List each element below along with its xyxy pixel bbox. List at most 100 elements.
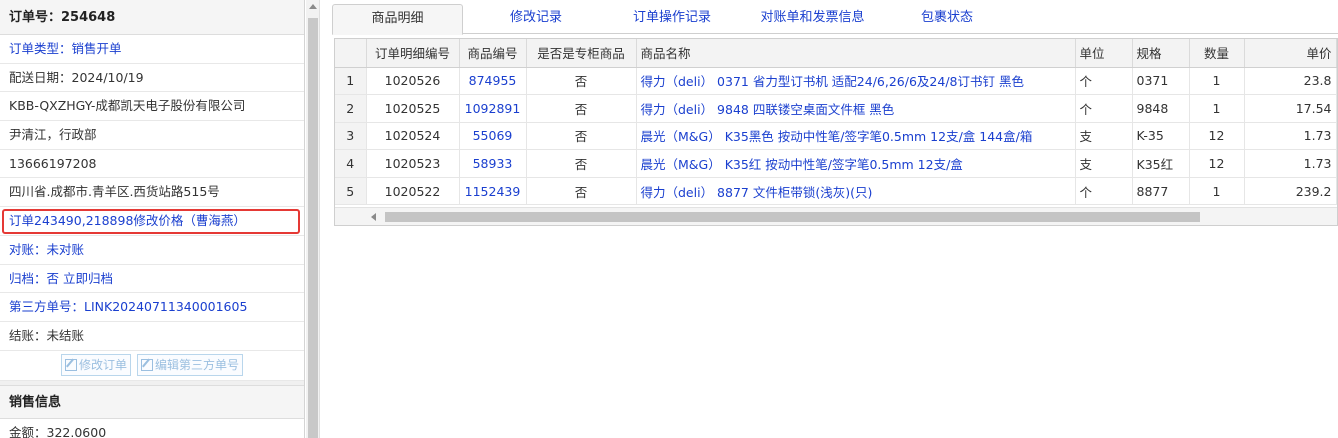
- spec-cell: K-35: [1132, 122, 1190, 151]
- edit-icon: [64, 359, 77, 372]
- product-id-link[interactable]: 1152439: [459, 177, 527, 206]
- row-number: 2: [335, 94, 367, 123]
- order-type-label: 订单类型：: [9, 41, 72, 56]
- table-row[interactable]: 5 1020522 1152439 否 得力（deli） 8877 文件柜带锁(…: [335, 177, 1337, 206]
- row-number: 4: [335, 149, 367, 178]
- unit-cell: 个: [1075, 94, 1133, 123]
- row-number-header: [335, 39, 367, 68]
- scroll-left-icon[interactable]: [371, 213, 376, 221]
- address-row: 四川省.成都市.青羊区.西货站路515号: [0, 178, 304, 208]
- order-info-panel: 订单号：254648 订单类型：销售开单 配送日期：2024/10/19 KBB…: [0, 0, 305, 438]
- col-header-counter[interactable]: 是否是专柜商品: [526, 39, 637, 68]
- phone-number: 13666197208: [9, 155, 97, 171]
- counter-cell: 否: [526, 122, 637, 151]
- delivery-date-row: 配送日期：2024/10/19: [0, 64, 304, 93]
- col-header-product-id[interactable]: 商品编号: [459, 39, 527, 68]
- delivery-address: 四川省.成都市.青羊区.西货站路515号: [9, 184, 220, 200]
- order-number-header: 订单号：254648: [0, 0, 304, 35]
- archive-link[interactable]: 否 立即归档: [47, 271, 113, 286]
- row-number: 5: [335, 177, 367, 206]
- tab-modification-log[interactable]: 修改记录: [473, 4, 599, 34]
- table-row[interactable]: 3 1020524 55069 否 晨光（M&G） K35黑色 按动中性笔/签字…: [335, 122, 1337, 151]
- edit-order-button[interactable]: 修改订单: [60, 354, 131, 377]
- unit-cell: 支: [1075, 122, 1133, 151]
- col-header-unit-price[interactable]: 单价: [1244, 39, 1337, 68]
- detail-id-cell: 1020522: [366, 177, 460, 206]
- col-header-product-name[interactable]: 商品名称: [636, 39, 1076, 68]
- product-name-link[interactable]: 得力（deli） 0371 省力型订书机 适配24/6,26/6及24/8订书钉…: [636, 67, 1076, 96]
- amount-value: 322.0600: [46, 424, 107, 438]
- col-header-detail-id[interactable]: 订单明细编号: [366, 39, 460, 68]
- delivery-date-value: 2024/10/19: [71, 69, 144, 85]
- counter-cell: 否: [526, 94, 637, 123]
- reconcile-row: 对账：未对账: [0, 236, 304, 265]
- table-row[interactable]: 4 1020523 58933 否 晨光（M&G） K35红 按动中性笔/签字笔…: [335, 149, 1337, 178]
- contact-person: 尹清江，行政部: [9, 127, 97, 143]
- tab-package-status[interactable]: 包裹状态: [892, 4, 1002, 34]
- unit-price-cell: 17.54: [1244, 94, 1337, 123]
- tab-product-details[interactable]: 商品明细: [332, 4, 463, 35]
- reconcile-value[interactable]: 未对账: [47, 242, 85, 257]
- settlement-row: 结账：未结账: [0, 322, 304, 351]
- edit-third-party-label: 编辑第三方单号: [155, 358, 240, 373]
- product-name-link[interactable]: 得力（deli） 8877 文件柜带锁(浅灰)(只): [636, 177, 1076, 206]
- third-party-number[interactable]: LINK20240711340001605: [84, 299, 247, 314]
- settlement-value: 未结账: [46, 327, 85, 343]
- detail-id-cell: 1020526: [366, 67, 460, 96]
- contact-person-row: 尹清江，行政部: [0, 121, 304, 150]
- tab-operation-log[interactable]: 订单操作记录: [609, 4, 735, 34]
- spec-cell: 9848: [1132, 94, 1190, 123]
- product-id-link[interactable]: 874955: [459, 67, 527, 96]
- order-type-value[interactable]: 销售开单: [72, 41, 122, 56]
- product-table: 订单明细编号 商品编号 是否是专柜商品 商品名称 单位 规格 数量 单价 1 1…: [334, 38, 1338, 226]
- third-party-label: 第三方单号：: [9, 299, 85, 315]
- detail-id-cell: 1020525: [366, 94, 460, 123]
- product-id-link[interactable]: 1092891: [459, 94, 527, 123]
- reconcile-label: 对账：: [9, 241, 47, 257]
- col-header-spec[interactable]: 规格: [1132, 39, 1190, 68]
- archive-row: 归档：否 立即归档: [0, 265, 304, 294]
- sales-info-header: 销售信息: [0, 384, 304, 419]
- table-row[interactable]: 2 1020525 1092891 否 得力（deli） 9848 四联镂空桌面…: [335, 94, 1337, 123]
- edit-third-party-button[interactable]: 编辑第三方单号: [137, 354, 244, 377]
- unit-price-cell: 1.73: [1244, 149, 1337, 178]
- tab-statement-invoice[interactable]: 对账单和发票信息: [745, 4, 880, 34]
- product-id-link[interactable]: 58933: [459, 149, 527, 178]
- price-change-note-row: 订单243490,218898修改价格（曹海燕）: [0, 207, 304, 236]
- scrollbar-thumb[interactable]: [308, 18, 318, 438]
- counter-cell: 否: [526, 149, 637, 178]
- counter-cell: 否: [526, 67, 637, 96]
- settlement-label: 结账：: [9, 327, 47, 343]
- product-id-link[interactable]: 55069: [459, 122, 527, 151]
- unit-price-cell: 23.8: [1244, 67, 1337, 96]
- highlight-box: [2, 209, 300, 235]
- row-number: 3: [335, 122, 367, 151]
- horizontal-scrollbar[interactable]: [335, 207, 1337, 225]
- unit-price-cell: 1.73: [1244, 122, 1337, 151]
- quantity-cell: 1: [1189, 177, 1245, 206]
- counter-cell: 否: [526, 177, 637, 206]
- left-panel-scrollbar[interactable]: [306, 0, 320, 438]
- customer-company-row: KBB-QXZHGY-成都凯天电子股份有限公司: [0, 92, 304, 122]
- unit-cell: 个: [1075, 177, 1133, 206]
- quantity-cell: 1: [1189, 94, 1245, 123]
- product-name-link[interactable]: 晨光（M&G） K35红 按动中性笔/签字笔0.5mm 12支/盒: [636, 149, 1076, 178]
- product-name-link[interactable]: 得力（deli） 9848 四联镂空桌面文件框 黑色: [636, 94, 1076, 123]
- edit-order-label: 修改订单: [78, 358, 127, 373]
- col-header-unit[interactable]: 单位: [1075, 39, 1133, 68]
- row-number: 1: [335, 67, 367, 96]
- quantity-cell: 1: [1189, 67, 1245, 96]
- tab-bar: 商品明细 修改记录 订单操作记录 对账单和发票信息 包裹状态: [332, 4, 1338, 35]
- horizontal-scroll-thumb[interactable]: [385, 212, 1200, 222]
- detail-id-cell: 1020523: [366, 149, 460, 178]
- product-name-link[interactable]: 晨光（M&G） K35黑色 按动中性笔/签字笔0.5mm 12支/盒 144盒/…: [636, 122, 1076, 151]
- quantity-cell: 12: [1189, 149, 1245, 178]
- col-header-quantity[interactable]: 数量: [1189, 39, 1245, 68]
- unit-cell: 个: [1075, 67, 1133, 96]
- order-actions: 修改订单 编辑第三方单号: [0, 351, 304, 381]
- spec-cell: 0371: [1132, 67, 1190, 96]
- third-party-row: 第三方单号：LINK20240711340001605: [0, 293, 304, 322]
- spec-cell: 8877: [1132, 177, 1190, 206]
- scroll-up-icon[interactable]: [309, 4, 317, 9]
- table-row[interactable]: 1 1020526 874955 否 得力（deli） 0371 省力型订书机 …: [335, 67, 1337, 96]
